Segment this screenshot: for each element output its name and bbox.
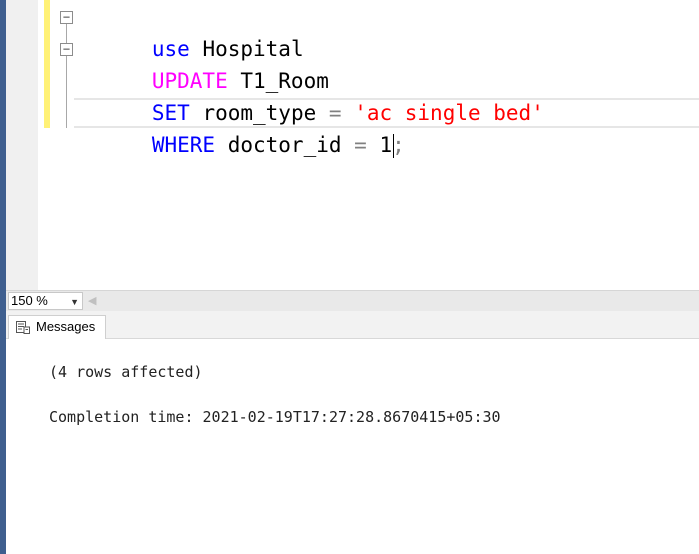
code-line-4[interactable]: WHERE doctor_id = 1; (76, 97, 405, 158)
chevron-down-icon[interactable]: ▼ (70, 294, 79, 310)
rows-affected-message: (4 rows affected) (49, 363, 203, 381)
messages-icon (16, 321, 30, 334)
code-line-1[interactable]: use Hospital (76, 1, 304, 61)
messages-pane[interactable]: (4 rows affected) Completion time: 2021-… (6, 339, 699, 554)
code-token: ; (392, 133, 405, 157)
query-editor[interactable]: − − use Hospital UPDATE T1_Room SET room… (6, 0, 699, 290)
ssms-query-window: − − use Hospital UPDATE T1_Room SET room… (0, 0, 699, 554)
outline-guide (66, 24, 67, 128)
selection-margin[interactable] (6, 0, 38, 290)
tab-label: Messages (36, 319, 96, 334)
collapse-toggle-icon[interactable]: − (60, 43, 73, 56)
completion-time-message: Completion time: 2021-02-19T17:27:28.867… (49, 408, 501, 426)
editor-status-strip: 150 % ▼ ◀ (6, 290, 699, 311)
code-token: 1 (366, 133, 393, 157)
tab-messages[interactable]: Messages (8, 315, 106, 340)
scroll-left-icon[interactable]: ◀ (88, 294, 96, 307)
change-tracking-bar (44, 0, 50, 128)
code-line-2[interactable]: UPDATE T1_Room (76, 33, 329, 93)
zoom-value: 150 % (11, 293, 48, 308)
code-token: = (354, 133, 367, 157)
zoom-dropdown[interactable]: 150 % ▼ (8, 292, 83, 310)
code-token: doctor_id (215, 133, 355, 157)
code-line-3[interactable]: SET room_type = 'ac single bed' (76, 65, 544, 125)
code-token: WHERE (151, 133, 216, 157)
collapse-toggle-icon[interactable]: − (60, 11, 73, 24)
results-tab-bar: Messages (6, 311, 699, 340)
